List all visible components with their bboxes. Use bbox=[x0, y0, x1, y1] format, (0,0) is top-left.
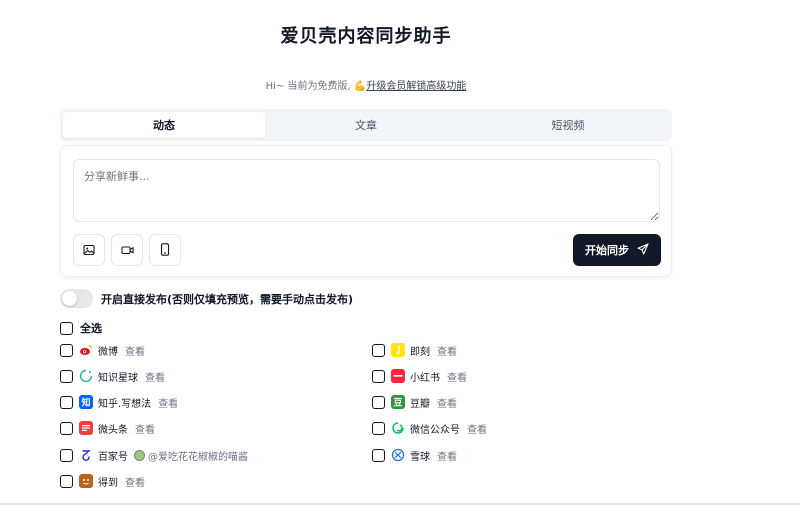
platform-checkbox[interactable] bbox=[60, 448, 73, 462]
platform-checkbox[interactable] bbox=[372, 448, 385, 462]
platform-checkbox[interactable] bbox=[372, 421, 385, 435]
platform-zsxq: 知识星球 查看 bbox=[60, 368, 165, 384]
post-textarea[interactable] bbox=[73, 159, 660, 222]
platform-weibo: 微博 查看 bbox=[60, 342, 145, 358]
view-link[interactable]: 查看 bbox=[125, 474, 145, 489]
account-name: @爱吃花花椒椒的喵酱 bbox=[148, 451, 248, 463]
platform-name: 知乎.写想法 bbox=[98, 398, 152, 410]
view-link[interactable]: 查看 bbox=[437, 448, 457, 463]
platform-wechat: 微信公众号 查看 bbox=[372, 420, 487, 436]
select-all-row: 全选 bbox=[60, 320, 102, 336]
zsxq-icon bbox=[79, 369, 93, 383]
platform-checkbox[interactable] bbox=[60, 474, 73, 488]
platform-name: 微头条 bbox=[98, 424, 128, 436]
platform-checkbox[interactable] bbox=[60, 343, 73, 357]
platform-checkbox[interactable] bbox=[372, 369, 385, 383]
content-type-tabs: 动态 文章 短视频 bbox=[60, 109, 672, 141]
platform-jike: 即刻 查看 bbox=[372, 342, 457, 358]
view-link[interactable]: 查看 bbox=[437, 343, 457, 358]
platform-name: 微信公众号 bbox=[410, 424, 460, 436]
direct-publish-row: 开启直接发布(否则仅填充预览，需要手动点击发布) bbox=[60, 289, 353, 308]
platform-checkbox[interactable] bbox=[60, 369, 73, 383]
sync-label: 开始同步 bbox=[585, 244, 629, 257]
platform-name: 豆瓣 bbox=[410, 398, 430, 410]
platform-name: 即刻 bbox=[410, 346, 430, 358]
platform-checkbox[interactable] bbox=[60, 421, 73, 435]
composer-card: 开始同步 bbox=[60, 145, 672, 277]
zhihu-icon: 知 bbox=[79, 395, 93, 409]
platform-dedao: 得到 查看 bbox=[60, 473, 145, 489]
account-info: @爱吃花花椒椒的喵酱 bbox=[134, 448, 248, 463]
platform-name: 百家号 bbox=[98, 451, 128, 463]
weibo-icon bbox=[79, 343, 93, 357]
platform-name: 雪球 bbox=[410, 451, 430, 463]
jike-icon bbox=[391, 343, 405, 357]
view-link[interactable]: 查看 bbox=[467, 421, 487, 436]
muscle-icon: 💪 bbox=[353, 81, 367, 92]
page-title: 爱贝壳内容同步助手 bbox=[280, 26, 452, 47]
platform-baijiahao: 百家号 @爱吃花花椒椒的喵酱 bbox=[60, 447, 248, 463]
baijiahao-icon bbox=[79, 448, 93, 462]
platform-xueqiu: 雪球 查看 bbox=[372, 447, 457, 463]
view-link[interactable]: 查看 bbox=[437, 395, 457, 410]
douban-icon: 豆 bbox=[391, 395, 405, 409]
platform-name: 微博 bbox=[98, 346, 118, 358]
image-icon bbox=[83, 241, 95, 260]
phone-icon bbox=[160, 241, 170, 260]
select-all-label: 全选 bbox=[80, 322, 102, 335]
platform-checkbox[interactable] bbox=[372, 343, 385, 357]
view-link[interactable]: 查看 bbox=[158, 395, 178, 410]
view-link[interactable]: 查看 bbox=[125, 343, 145, 358]
platform-xiaohongshu: 小红书 查看 bbox=[372, 368, 467, 384]
mobile-preview-button[interactable] bbox=[149, 234, 181, 266]
xiaohongshu-icon bbox=[391, 369, 405, 383]
upgrade-link[interactable]: 升级会员解锁高级功能 bbox=[366, 81, 466, 92]
add-image-button[interactable] bbox=[73, 234, 105, 266]
xueqiu-icon bbox=[391, 448, 405, 462]
svg-text:知: 知 bbox=[80, 397, 90, 409]
platform-douban: 豆 豆瓣 查看 bbox=[372, 394, 457, 410]
platform-zhihu: 知 知乎.写想法 查看 bbox=[60, 394, 178, 410]
send-icon bbox=[637, 242, 649, 258]
platform-checkbox[interactable] bbox=[60, 395, 73, 409]
platform-name: 得到 bbox=[98, 477, 118, 489]
plan-notice: Hi~ 当前为免费版, 💪升级会员解锁高级功能 bbox=[0, 77, 732, 92]
tab-dynamic[interactable]: 动态 bbox=[63, 112, 265, 138]
direct-publish-label: 开启直接发布(否则仅填充预览，需要手动点击发布) bbox=[101, 292, 354, 306]
video-icon bbox=[120, 241, 134, 260]
view-link[interactable]: 查看 bbox=[447, 369, 467, 384]
platform-name: 知识星球 bbox=[98, 372, 138, 384]
tab-short-video[interactable]: 短视频 bbox=[467, 112, 669, 138]
select-all-checkbox[interactable] bbox=[60, 321, 73, 335]
start-sync-button[interactable]: 开始同步 bbox=[573, 234, 661, 266]
toutiao-icon bbox=[79, 421, 93, 435]
direct-publish-toggle[interactable] bbox=[60, 289, 93, 308]
dedao-icon bbox=[79, 474, 93, 488]
view-link[interactable]: 查看 bbox=[145, 369, 165, 384]
bottom-divider bbox=[0, 503, 800, 505]
platform-name: 小红书 bbox=[410, 372, 440, 384]
tab-article[interactable]: 文章 bbox=[265, 112, 467, 138]
svg-text:豆: 豆 bbox=[393, 398, 402, 409]
add-video-button[interactable] bbox=[111, 234, 143, 266]
view-link[interactable]: 查看 bbox=[135, 421, 155, 436]
platform-checkbox[interactable] bbox=[372, 395, 385, 409]
platform-toutiao: 微头条 查看 bbox=[60, 420, 155, 436]
notice-text: Hi~ 当前为免费版, bbox=[265, 81, 351, 92]
wechat-icon bbox=[391, 421, 405, 435]
avatar bbox=[134, 449, 145, 461]
